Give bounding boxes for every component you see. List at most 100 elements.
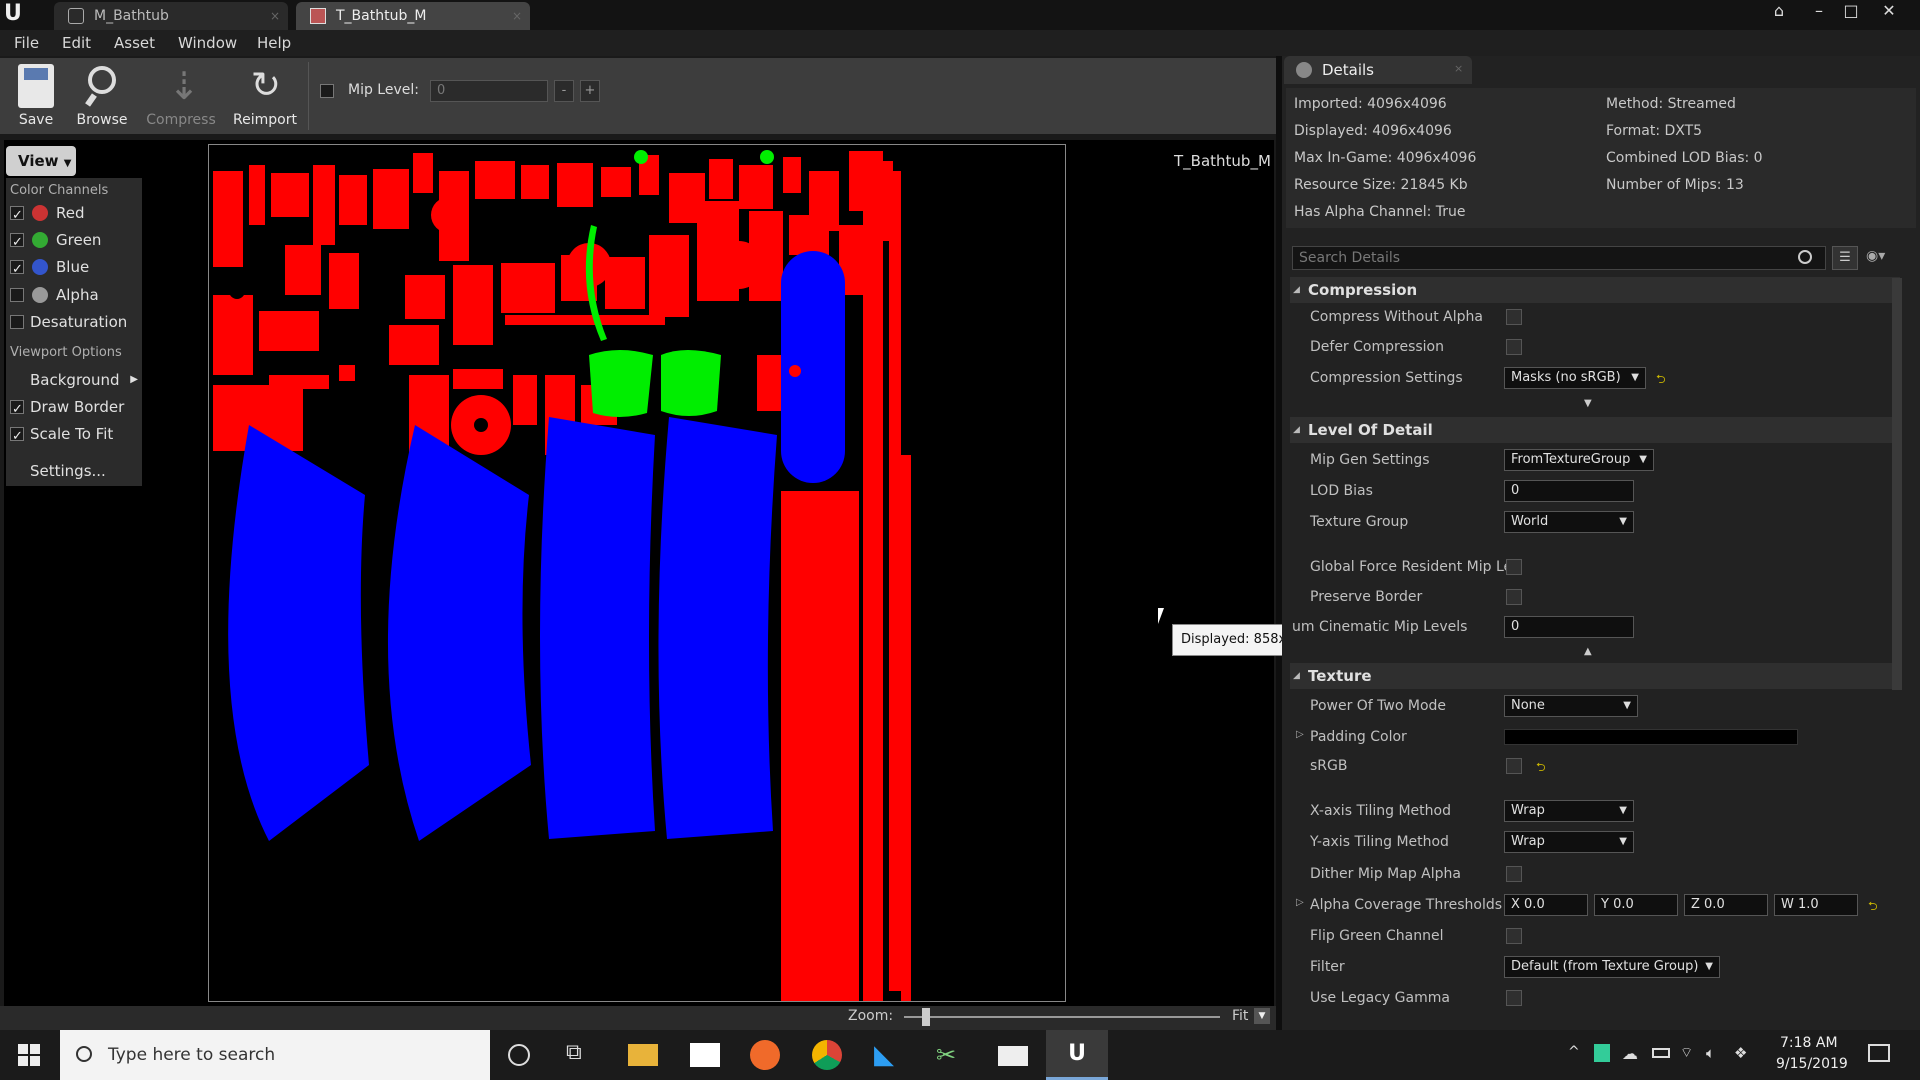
learn-icon[interactable]: ⌂ bbox=[1764, 0, 1794, 22]
channel-green[interactable]: Green bbox=[6, 227, 142, 256]
vscode-icon[interactable]: ◣ bbox=[874, 1040, 904, 1070]
save-button[interactable]: Save bbox=[4, 58, 68, 134]
compress-without-alpha-checkbox[interactable] bbox=[1506, 309, 1522, 325]
cloud-icon[interactable]: ☁ bbox=[1622, 1044, 1638, 1063]
dropbox-icon[interactable]: ❖ bbox=[1734, 1044, 1747, 1062]
view-button[interactable]: View ▼ bbox=[6, 146, 76, 176]
wifi-icon[interactable]: ⌔ bbox=[1680, 1044, 1693, 1062]
close-icon[interactable]: × bbox=[1454, 62, 1463, 75]
details-scrollbar[interactable] bbox=[1892, 278, 1902, 690]
channel-blue[interactable]: Blue bbox=[6, 254, 142, 283]
section-compression[interactable]: Compression bbox=[1290, 277, 1900, 303]
mail-icon[interactable] bbox=[998, 1046, 1028, 1066]
clock-date[interactable]: 9/15/2019 bbox=[1776, 1056, 1848, 1072]
browse-button[interactable]: Browse bbox=[70, 58, 134, 134]
padding-color-swatch[interactable] bbox=[1504, 729, 1798, 745]
reset-icon[interactable]: ⮌ bbox=[1868, 897, 1878, 918]
app-icon-orange[interactable] bbox=[750, 1040, 780, 1070]
unreal-taskbar-icon[interactable]: U bbox=[1046, 1030, 1108, 1080]
task-view-icon[interactable]: ⧉ bbox=[566, 1040, 596, 1070]
search-details-input[interactable]: Search Details bbox=[1292, 246, 1826, 270]
alpha-checkbox[interactable] bbox=[10, 288, 24, 302]
mip-gen-settings-dropdown[interactable]: FromTextureGroup bbox=[1504, 449, 1654, 471]
draw-border-option[interactable]: Draw Border bbox=[6, 394, 142, 423]
store-icon[interactable] bbox=[690, 1043, 720, 1067]
reset-icon[interactable]: ⮌ bbox=[1536, 758, 1546, 779]
reimport-button[interactable]: ↻ Reimport bbox=[228, 58, 302, 134]
lod-bias-field[interactable]: 0 bbox=[1504, 480, 1634, 502]
windows-start-icon[interactable] bbox=[18, 1044, 40, 1066]
alpha-coverage-x-field[interactable]: X 0.0 bbox=[1504, 894, 1588, 916]
desaturation-option[interactable]: Desaturation bbox=[6, 309, 142, 335]
menu-file[interactable]: File bbox=[14, 34, 39, 52]
close-icon[interactable]: × bbox=[270, 2, 280, 30]
clock-time[interactable]: 7:18 AM bbox=[1780, 1035, 1838, 1051]
red-checkbox[interactable] bbox=[10, 203, 24, 229]
taskbar-search-input[interactable]: Type here to search bbox=[60, 1030, 490, 1080]
alpha-coverage-z-field[interactable]: Z 0.0 bbox=[1684, 894, 1768, 916]
flip-green-channel-checkbox[interactable] bbox=[1506, 928, 1522, 944]
view-options-icon[interactable]: ☰ bbox=[1832, 246, 1858, 270]
background-option[interactable]: Background ▶ bbox=[6, 367, 142, 393]
menu-asset[interactable]: Asset bbox=[114, 34, 155, 52]
mip-level-checkbox[interactable] bbox=[320, 84, 334, 98]
close-icon[interactable]: × bbox=[512, 2, 522, 30]
menu-edit[interactable]: Edit bbox=[62, 34, 91, 52]
chevron-up-icon[interactable]: ^ bbox=[1568, 1044, 1580, 1060]
settings-option[interactable]: Settings... bbox=[6, 458, 142, 484]
global-force-resident-checkbox[interactable] bbox=[1506, 559, 1522, 575]
expand-arrow-icon[interactable]: ▷ bbox=[1296, 729, 1304, 740]
close-window-icon[interactable]: ✕ bbox=[1874, 0, 1904, 22]
mip-minus-button[interactable]: - bbox=[554, 80, 574, 102]
snipping-tool-icon[interactable]: ✂ bbox=[936, 1040, 966, 1070]
menu-help[interactable]: Help bbox=[257, 34, 291, 52]
battery-icon[interactable] bbox=[1652, 1048, 1670, 1058]
dither-mip-map-alpha-checkbox[interactable] bbox=[1506, 866, 1522, 882]
notifications-icon[interactable] bbox=[1868, 1044, 1890, 1062]
x-tiling-dropdown[interactable]: Wrap bbox=[1504, 800, 1634, 822]
compression-settings-dropdown[interactable]: Masks (no sRGB) bbox=[1504, 367, 1646, 389]
tray-app-icon[interactable] bbox=[1594, 1044, 1610, 1062]
zoom-dropdown-icon[interactable]: ▼ bbox=[1254, 1008, 1270, 1024]
power-of-two-dropdown[interactable]: None bbox=[1504, 695, 1638, 717]
tab-t-bathtub-m[interactable]: T_Bathtub_M × bbox=[296, 2, 530, 30]
collapse-advanced-icon[interactable]: ▲ bbox=[1584, 646, 1592, 657]
details-tab[interactable]: Details × bbox=[1284, 56, 1472, 84]
y-tiling-dropdown[interactable]: Wrap bbox=[1504, 831, 1634, 853]
cortana-icon[interactable] bbox=[508, 1044, 530, 1066]
eye-icon[interactable]: ◉▾ bbox=[1866, 248, 1906, 268]
num-cinematic-mip-levels-field[interactable]: 0 bbox=[1504, 616, 1634, 638]
zoom-slider[interactable] bbox=[904, 1016, 1220, 1018]
desaturation-checkbox[interactable] bbox=[10, 315, 24, 329]
zoom-fit-label[interactable]: Fit bbox=[1232, 1008, 1248, 1024]
scale-to-fit-option[interactable]: Scale To Fit bbox=[6, 421, 142, 450]
draw-border-checkbox[interactable] bbox=[10, 397, 24, 423]
minimize-icon[interactable]: – bbox=[1804, 0, 1834, 22]
alpha-coverage-w-field[interactable]: W 1.0 bbox=[1774, 894, 1858, 916]
chrome-icon[interactable] bbox=[812, 1040, 842, 1070]
channel-alpha[interactable]: Alpha bbox=[6, 282, 142, 308]
srgb-checkbox[interactable] bbox=[1506, 758, 1522, 774]
menu-window[interactable]: Window bbox=[178, 34, 237, 52]
filter-dropdown[interactable]: Default (from Texture Group) bbox=[1504, 956, 1720, 978]
defer-compression-checkbox[interactable] bbox=[1506, 339, 1522, 355]
section-texture[interactable]: Texture bbox=[1290, 663, 1900, 689]
texture-group-dropdown[interactable]: World bbox=[1504, 511, 1634, 533]
preserve-border-checkbox[interactable] bbox=[1506, 589, 1522, 605]
channel-red[interactable]: Red bbox=[6, 200, 142, 229]
section-level-of-detail[interactable]: Level Of Detail bbox=[1290, 417, 1900, 443]
zoom-slider-handle[interactable] bbox=[922, 1008, 930, 1026]
file-explorer-icon[interactable] bbox=[628, 1044, 658, 1066]
blue-checkbox[interactable] bbox=[10, 257, 24, 283]
mip-plus-button[interactable]: + bbox=[580, 80, 600, 102]
compress-button[interactable]: ⇣ Compress bbox=[146, 58, 216, 134]
alpha-coverage-y-field[interactable]: Y 0.0 bbox=[1594, 894, 1678, 916]
maximize-icon[interactable]: □ bbox=[1836, 0, 1866, 22]
scale-to-fit-checkbox[interactable] bbox=[10, 424, 24, 450]
tab-m-bathtub[interactable]: M_Bathtub × bbox=[54, 2, 288, 30]
use-legacy-gamma-checkbox[interactable] bbox=[1506, 990, 1522, 1006]
green-checkbox[interactable] bbox=[10, 230, 24, 256]
reset-icon[interactable]: ⮌ bbox=[1656, 370, 1666, 391]
volume-icon[interactable]: 🔈︎ bbox=[1706, 1044, 1715, 1062]
mip-level-field[interactable]: 0 bbox=[430, 80, 548, 102]
